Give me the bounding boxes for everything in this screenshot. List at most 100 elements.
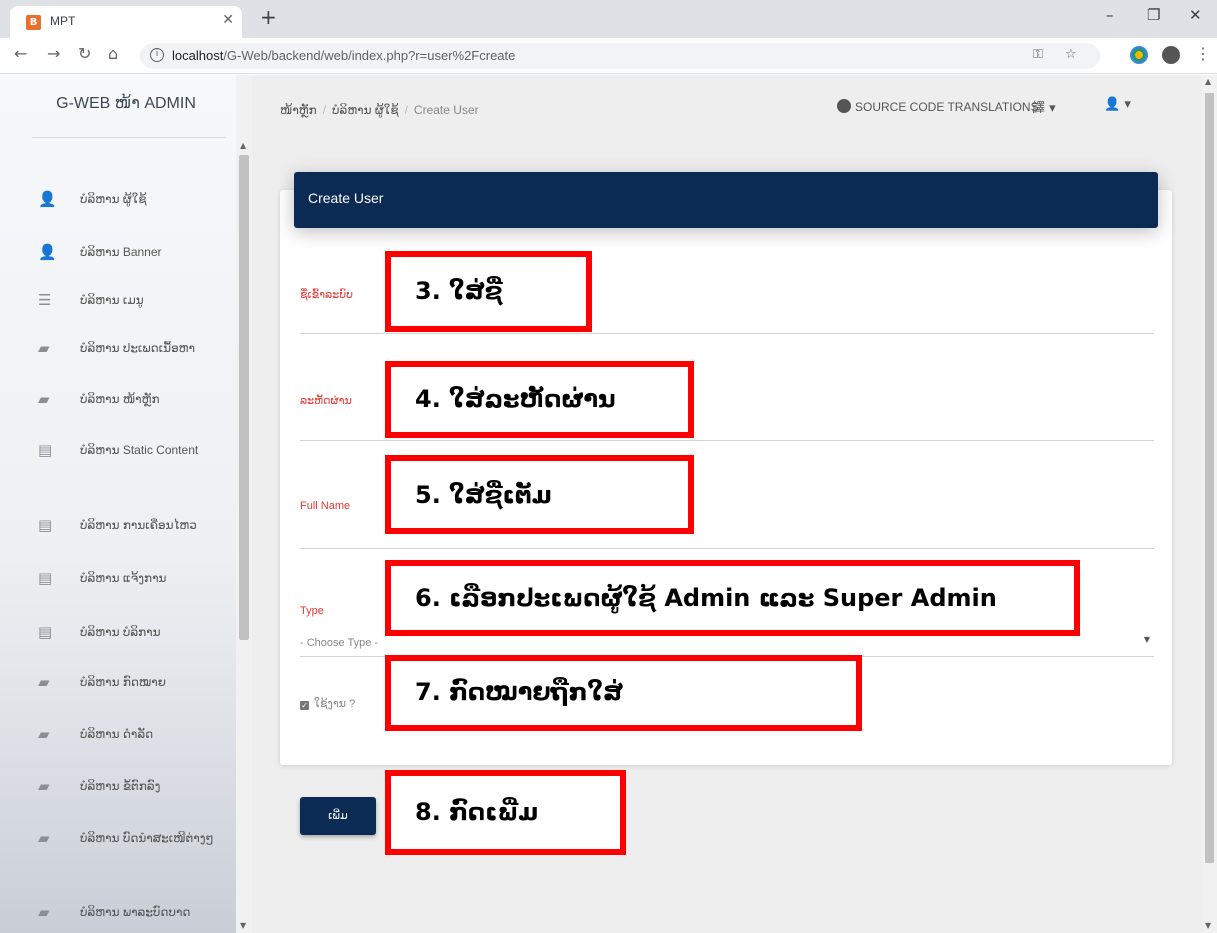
- newspaper-icon: ▤: [38, 623, 53, 641]
- type-label: Type: [300, 605, 324, 617]
- type-selected-value: - Choose Type -: [300, 637, 379, 649]
- close-window-icon[interactable]: ✕: [1189, 6, 1202, 24]
- browser-toolbar: ← → ↻ ⌂ i localhost/G-Web/backend/web/in…: [0, 38, 1217, 74]
- reload-icon[interactable]: ↻: [78, 44, 91, 63]
- sidebar-item-label: ບໍລິຫານ ແຈ້ງການ: [80, 571, 167, 585]
- annotation-step-3: 3. ໃສ່ຊື່: [385, 251, 592, 332]
- book-icon: ▰: [38, 673, 50, 691]
- sidebar-item-label: ບໍລິຫານ ເມນູ: [80, 293, 144, 307]
- back-icon[interactable]: ←: [14, 44, 27, 63]
- book-icon: ▰: [38, 339, 50, 357]
- minimize-icon[interactable]: –: [1106, 6, 1114, 24]
- active-checkbox[interactable]: ✓ ໃຊ້ງານ ?: [300, 697, 355, 710]
- info-icon[interactable]: i: [150, 48, 164, 62]
- fullname-underline: [300, 548, 1154, 549]
- book-icon: ▰: [38, 903, 50, 921]
- annotation-text: 3. ໃສ່ຊື່: [415, 277, 503, 305]
- password-underline: [300, 440, 1154, 441]
- sidebar-item-label: ບໍລິຫານ ບົດນຳສະເໜີຕ່າງໆ: [80, 831, 214, 845]
- tab-strip: B MPT ✕ + – ❐ ✕: [0, 0, 1217, 38]
- forward-icon[interactable]: →: [47, 44, 60, 63]
- newspaper-icon: ▤: [38, 441, 53, 459]
- menu-icon[interactable]: ⋮: [1195, 44, 1211, 63]
- book-icon: ▰: [38, 390, 50, 408]
- breadcrumb: ໜ້າຫຼັກ / ບໍລິຫານ ຜູ້ໃຊ້ / Create User: [280, 103, 479, 117]
- sidebar-item-label: ບໍລິຫານ ຜູ້ໃຊ້: [80, 192, 147, 206]
- annotation-step-4: 4. ໃສ່ລະຫັດຜ່ານ: [385, 361, 694, 438]
- sidebar-scroll-thumb[interactable]: [239, 155, 249, 640]
- sidebar-item-label: ບໍລິຫານ ພາລະບົດບາດ: [80, 905, 191, 919]
- annotation-step-6: 6. ເລືອກປະເພດຜູ້ໃຊ້ Admin ແລະ Super Admi…: [385, 560, 1080, 636]
- language-dropdown[interactable]: 譯 ▾: [1032, 97, 1056, 116]
- url-text[interactable]: localhost/G-Web/backend/web/index.php?r=…: [172, 48, 515, 63]
- browser-window: B MPT ✕ + – ❐ ✕ ← → ↻ ⌂ i localhost/G-We…: [0, 0, 1217, 933]
- annotation-text: 8. ກົດເພີ່ມ: [415, 798, 539, 826]
- translate-icon: 譯: [1032, 101, 1046, 116]
- username-underline: [300, 333, 1154, 334]
- sidebar-item-label: ບໍລິຫານ ກົດໝາຍ: [80, 675, 166, 689]
- user-icon: 👤: [38, 243, 57, 261]
- page-scroll-thumb[interactable]: [1205, 93, 1214, 863]
- sidebar-divider: [32, 137, 226, 138]
- favicon-icon: B: [26, 15, 41, 30]
- top-navbar: ໜ້າຫຼັກ / ບໍລິຫານ ຜູ້ໃຊ້ / Create User SOURC…: [252, 75, 1202, 145]
- user-icon: 👤: [38, 190, 57, 208]
- sidebar-item-label: ບໍລິຫານ ໜ້າຫຼັກ: [80, 392, 160, 406]
- breadcrumb-current: Create User: [413, 103, 479, 117]
- translations-label: SOURCE CODE TRANSLATIONS: [855, 100, 1039, 114]
- sidebar-item-label: ບໍລິຫານ ຂໍ້ຕົກລົງ: [80, 779, 161, 793]
- chevron-down-icon: ▼: [1143, 635, 1150, 644]
- annotation-step-8: 8. ກົດເພີ່ມ: [385, 770, 626, 855]
- breadcrumb-home[interactable]: ໜ້າຫຼັກ: [280, 103, 317, 117]
- annotation-text: 4. ໃສ່ລະຫັດຜ່ານ: [415, 385, 616, 413]
- close-tab-icon[interactable]: ✕: [222, 12, 234, 28]
- book-icon: ▰: [38, 725, 50, 743]
- browser-tab[interactable]: B MPT ✕: [10, 6, 242, 38]
- sidebar-item-label: ບໍລິຫານ ດຳລັດ: [80, 727, 154, 741]
- key-icon[interactable]: ⚿: [1033, 47, 1043, 62]
- star-icon[interactable]: ☆: [1065, 47, 1077, 62]
- translations-link[interactable]: SOURCE CODE TRANSLATIONS: [837, 99, 1039, 114]
- extension-icon[interactable]: [1130, 46, 1148, 64]
- sidebar-scrollbar[interactable]: ▲ ▼: [236, 75, 252, 933]
- home-icon[interactable]: ⌂: [108, 44, 118, 63]
- fullname-label: Full Name: [300, 500, 351, 512]
- newspaper-icon: ▤: [38, 569, 53, 587]
- annotation-text: 5. ໃສ່ຊື່ເຕັມ: [415, 481, 552, 509]
- add-button[interactable]: ເພີ່ມ: [300, 797, 376, 835]
- annotation-step-7: 7. ກົດໝາຍຖືກໃສ່: [385, 655, 862, 731]
- checkbox-checked-icon[interactable]: ✓: [300, 701, 309, 710]
- sidebar-item-label: ບໍລິຫານ ປະເພດເນື້ອຫາ: [80, 341, 195, 355]
- brand-title[interactable]: G-WEB ໜ້າ ADMIN: [0, 93, 252, 113]
- profile-icon[interactable]: [1162, 46, 1180, 64]
- list-icon: ☰: [38, 291, 52, 309]
- sidebar-item-label: ບໍລິຫານ Static Content: [80, 443, 199, 457]
- annotation-text: 7. ກົດໝາຍຖືກໃສ່: [415, 678, 623, 706]
- globe-icon: [837, 99, 851, 113]
- active-label: ໃຊ້ງານ ?: [314, 698, 356, 710]
- user-dropdown[interactable]: 👤 ▾: [1104, 97, 1131, 112]
- new-tab-button[interactable]: +: [260, 7, 277, 27]
- scroll-up-icon[interactable]: ▲: [1205, 77, 1211, 86]
- sidebar-item-label: ບໍລິຫານ ການເຄື່ອນໄຫວ: [80, 518, 197, 532]
- newspaper-icon: ▤: [38, 516, 53, 534]
- sidebar-item-label: ບໍລິຫານ ບໍລິການ: [80, 625, 161, 639]
- annotation-step-5: 5. ໃສ່ຊື່ເຕັມ: [385, 455, 694, 534]
- address-bar[interactable]: i localhost/G-Web/backend/web/index.php?…: [140, 43, 1100, 69]
- restore-icon[interactable]: ❐: [1147, 6, 1160, 24]
- sidebar-item-label: ບໍລິຫານ Banner: [80, 245, 162, 259]
- card-title: Create User: [308, 190, 384, 206]
- book-icon: ▰: [38, 777, 50, 795]
- scroll-up-icon[interactable]: ▲: [240, 141, 246, 150]
- tab-title: MPT: [50, 14, 76, 28]
- sidebar: G-WEB ໜ້າ ADMIN 👤 ບໍລິຫານ ຜູ້ໃຊ້ 👤 ບໍລິຫ…: [0, 75, 252, 933]
- card-header: Create User: [294, 172, 1158, 228]
- username-label: ຊື່ເຂົ້າລະບົບ: [300, 289, 353, 301]
- password-label: ລະຫັດຜ່ານ: [300, 395, 352, 407]
- breadcrumb-users[interactable]: ບໍລິຫານ ຜູ້ໃຊ້: [332, 103, 399, 117]
- book-icon: ▰: [38, 829, 50, 847]
- scroll-down-icon[interactable]: ▼: [1205, 921, 1211, 930]
- main-content: ໜ້າຫຼັກ / ບໍລິຫານ ຜູ້ໃຊ້ / Create User SOURC…: [252, 75, 1202, 933]
- scroll-down-icon[interactable]: ▼: [240, 921, 246, 930]
- page-scrollbar[interactable]: ▲ ▼: [1202, 75, 1217, 933]
